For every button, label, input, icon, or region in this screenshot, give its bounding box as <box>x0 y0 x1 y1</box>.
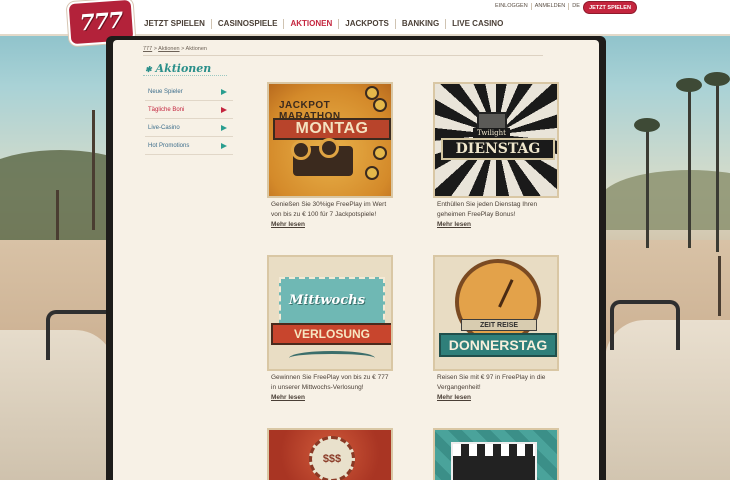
promo-art-label: ZEIT REISE <box>461 319 537 331</box>
main-nav: JETZT SPIELEN CASINOSPIELE AKTIONEN JACK… <box>138 19 509 29</box>
film-reel-icon <box>319 138 339 158</box>
background-windshield <box>610 300 680 350</box>
page-title: ✱ Aktionen <box>145 62 211 75</box>
promo-art-title: Twilight <box>473 128 510 138</box>
promo-art-banner-text: DIENSTAG <box>455 141 541 157</box>
read-more-link[interactable]: Mehr lesen <box>267 221 395 228</box>
promo-art-title: Mittwochs <box>289 293 365 308</box>
sidebar-item-label: Neue Spieler <box>148 88 183 95</box>
promo-art-banner: DONNERSTAG <box>439 333 557 357</box>
breadcrumb-current: Aktionen <box>185 46 207 52</box>
sidebar-item-daily-bonus[interactable]: Tägliche Boni <box>145 101 233 119</box>
breadcrumb: 777 > Aktionen > Aktionen <box>143 46 207 52</box>
read-more-link[interactable]: Mehr lesen <box>433 221 561 228</box>
sidebar-item-new-players[interactable]: Neue Spieler <box>145 83 233 101</box>
language-link[interactable]: DE <box>568 3 583 10</box>
nav-item-casino-games[interactable]: CASINOSPIELE <box>210 19 284 29</box>
arrow-right-icon <box>221 89 227 95</box>
promo-image[interactable]: JACKPOT MARATHON MONTAG <box>267 82 393 198</box>
page-title-text: Aktionen <box>155 62 212 75</box>
clock-hand <box>498 279 514 308</box>
promo-image[interactable]: ZEIT REISE DONNERSTAG <box>433 255 559 371</box>
ribbon-curl <box>289 351 375 365</box>
promo-art-title: $$$ <box>322 453 342 465</box>
sidebar-item-label: Hot Promotions <box>148 142 190 149</box>
star-icon: ✱ <box>145 64 152 74</box>
promo-art-title: ZEIT REISE <box>479 321 519 329</box>
background-pole <box>92 110 95 230</box>
nav-item-promotions[interactable]: AKTIONEN <box>283 19 338 29</box>
read-more-link[interactable]: Mehr lesen <box>433 394 561 401</box>
logo-text: 777 <box>78 7 124 37</box>
background-hill <box>600 170 730 230</box>
promo-art-banner-text: MONTAG <box>295 120 369 137</box>
background-post <box>718 256 721 316</box>
nav-item-jackpots[interactable]: JACKPOTS <box>338 19 395 29</box>
promo-art-banner-text: DONNERSTAG <box>448 337 548 353</box>
promo-art-banner: DIENSTAG <box>441 138 555 160</box>
sidebar-item-label: Live-Casino <box>148 124 180 131</box>
background-pole <box>56 190 59 240</box>
promo-card-mittwoch: Mittwochs VERLOSUNG Gewinnen Sie FreePla… <box>267 255 395 401</box>
promo-image[interactable]: Mittwochs VERLOSUNG <box>267 255 393 371</box>
arrow-right-icon <box>221 107 227 113</box>
sidebar-item-label: Tägliche Boni <box>148 106 185 113</box>
arrow-right-icon <box>221 143 227 149</box>
sidebar-item-live-casino[interactable]: Live-Casino <box>145 119 233 137</box>
promo-card-donnerstag: ZEIT REISE DONNERSTAG Reisen Sie mit € 9… <box>433 255 561 401</box>
title-underline <box>143 75 227 76</box>
sidebar-nav: Neue Spieler Tägliche Boni Live-Casino H… <box>145 83 233 155</box>
divider <box>143 55 543 56</box>
promo-image[interactable] <box>433 428 559 480</box>
breadcrumb-home[interactable]: 777 <box>143 46 152 52</box>
promo-image[interactable]: Twilight DIENSTAG <box>433 82 559 198</box>
film-reel-icon <box>291 140 311 160</box>
background-palm <box>676 78 702 248</box>
nav-item-live-casino[interactable]: LIVE CASINO <box>445 19 509 29</box>
account-links: EINLOGGEN ANMELDEN DE <box>492 3 583 10</box>
promo-description: Enthüllen Sie jeden Dienstag Ihren gehei… <box>437 201 538 218</box>
register-link[interactable]: ANMELDEN <box>530 3 569 10</box>
coin-icon <box>373 146 387 160</box>
money-badge-icon: $$$ <box>309 436 355 480</box>
arrow-right-icon <box>221 125 227 131</box>
promo-card-montag: JACKPOT MARATHON MONTAG Genießen Sie 30%… <box>267 82 395 228</box>
promo-description: Reisen Sie mit € 97 in FreePlay in die V… <box>437 374 546 391</box>
play-now-button[interactable]: JETZT SPIELEN <box>583 1 637 14</box>
promo-card-5: $$$ <box>267 428 395 480</box>
breadcrumb-section[interactable]: Aktionen <box>158 46 179 52</box>
coin-icon <box>373 98 387 112</box>
background-palm <box>634 118 660 248</box>
promo-description: Genießen Sie 30%ige FreePlay im Wert von… <box>271 201 387 218</box>
sidebar-item-hot-promotions[interactable]: Hot Promotions <box>145 137 233 155</box>
promo-art-banner-text: VERLOSUNG <box>293 327 370 341</box>
promo-art-banner: VERLOSUNG <box>271 323 391 345</box>
background-palm <box>704 72 730 252</box>
promo-card-dienstag: Twilight DIENSTAG Enthüllen Sie jeden Di… <box>433 82 561 228</box>
nav-item-play-now[interactable]: JETZT SPIELEN <box>138 19 211 29</box>
read-more-link[interactable]: Mehr lesen <box>267 394 395 401</box>
promo-image[interactable]: $$$ <box>267 428 393 480</box>
coin-icon <box>365 166 379 180</box>
promo-art-banner: MONTAG <box>273 118 391 140</box>
nav-item-banking[interactable]: BANKING <box>394 19 445 29</box>
ticket-icon: Mittwochs <box>279 277 385 329</box>
clapperboard-icon <box>451 442 537 480</box>
login-link[interactable]: EINLOGGEN <box>492 3 531 10</box>
promo-description: Gewinnen Sie FreePlay von bis zu € 777 i… <box>271 374 389 391</box>
promo-card-6 <box>433 428 561 480</box>
main-content: 777 > Aktionen > Aktionen ✱ Aktionen Neu… <box>113 40 599 480</box>
